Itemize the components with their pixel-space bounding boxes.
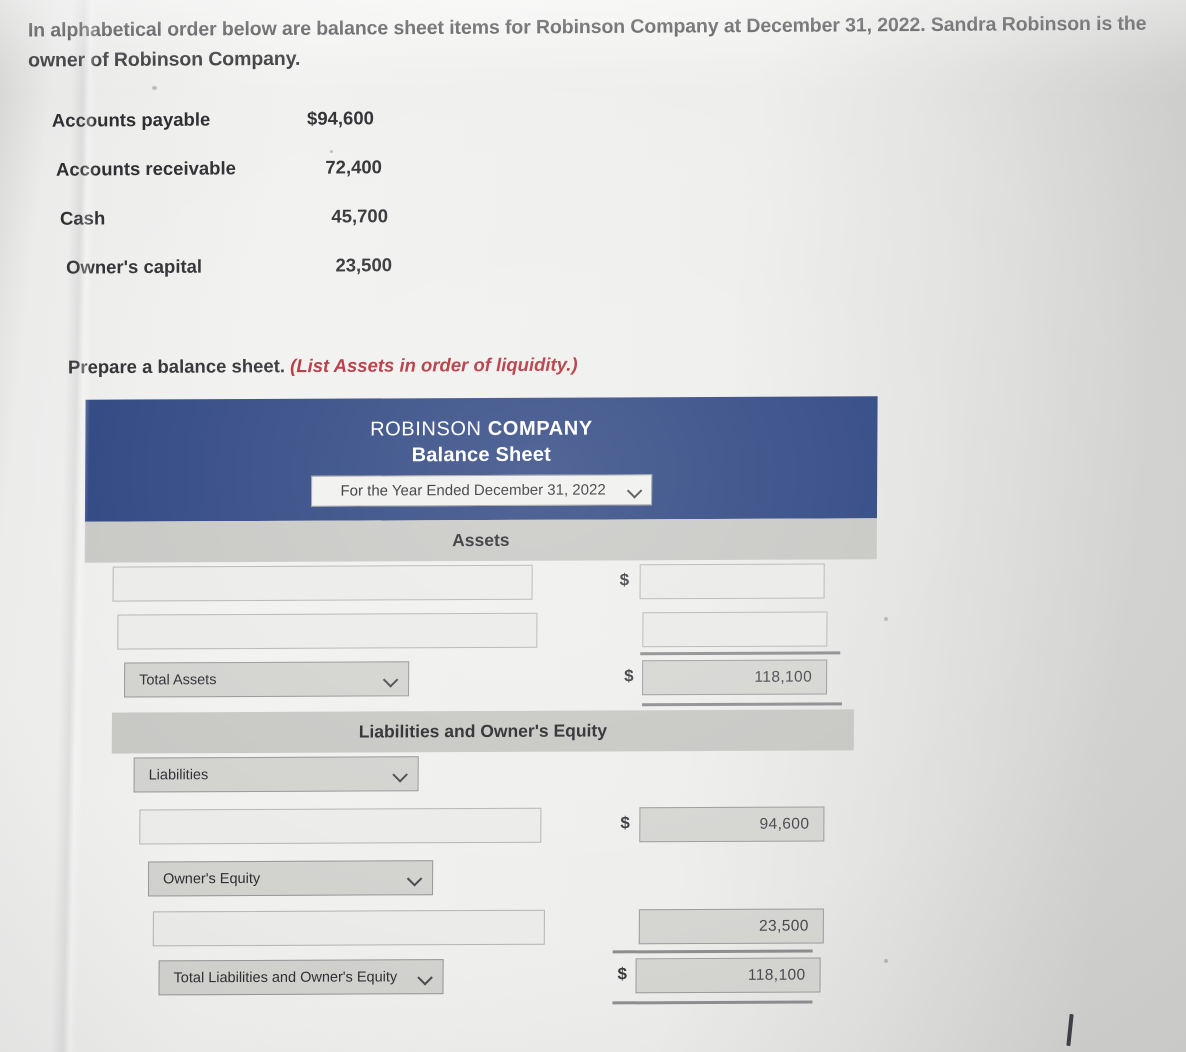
asset-row-1: $: [84, 559, 876, 610]
chevron-down-icon: [393, 766, 409, 782]
list-item: Accounts receivable 72,400: [48, 155, 508, 208]
total-assets-underline: [641, 702, 843, 707]
total-liabilities-equity-amount-input[interactable]: [635, 957, 821, 994]
liabilities-dropdown[interactable]: Liabilities: [133, 756, 419, 793]
asset-row-2: [84, 607, 876, 658]
total-liabilities-equity-dropdown-value: Total Liabilities and Owner's Equity: [173, 968, 398, 986]
total-liabilities-equity-row: Total Liabilities and Owner's Equity $: [82, 953, 874, 1008]
list-item: Owner's capital 23,500: [48, 253, 508, 306]
owners-equity-dropdown[interactable]: Owner's Equity: [147, 860, 434, 897]
liability-account-input[interactable]: [139, 807, 542, 845]
total-assets-dropdown[interactable]: Total Assets: [124, 661, 410, 698]
total-liabilities-equity-dropdown[interactable]: Total Liabilities and Owner's Equity: [158, 959, 444, 996]
liabilities-dropdown-value: Liabilities: [148, 766, 209, 783]
asset-account-input-2[interactable]: [117, 612, 538, 650]
list-item: Cash 45,700: [48, 204, 508, 257]
currency-symbol: $: [619, 570, 630, 590]
period-dropdown-value: For the Year Ended December 31, 2022: [340, 481, 606, 500]
currency-symbol: $: [620, 813, 630, 833]
item-label: Accounts receivable: [55, 157, 236, 180]
asset-amount-input-2[interactable]: [642, 611, 828, 648]
item-value: 45,700: [331, 205, 389, 227]
chevron-down-icon: [627, 482, 643, 498]
total-assets-amount-input[interactable]: [642, 659, 828, 696]
statement-title: Balance Sheet: [411, 443, 552, 467]
dust-speck: [884, 959, 888, 963]
owners-equity-account-input[interactable]: [152, 909, 545, 947]
currency-symbol: $: [624, 666, 634, 686]
list-item: Accounts payable $94,600: [48, 106, 508, 159]
period-dropdown[interactable]: For the Year Ended December 31, 2022: [310, 474, 652, 507]
task-instruction-main: Prepare a balance sheet.: [67, 355, 286, 378]
task-instruction: Prepare a balance sheet. (List Assets in…: [68, 354, 578, 379]
item-value: 23,500: [335, 254, 393, 276]
problem-statement: In alphabetical order below are balance …: [27, 12, 1147, 72]
item-label: Accounts payable: [51, 108, 211, 131]
assets-section-header: Assets: [84, 518, 877, 563]
liability-amount-input[interactable]: [639, 806, 825, 843]
chevron-down-icon: [418, 969, 434, 985]
dust-speck: [152, 86, 157, 90]
task-instruction-hint: (List Assets in order of liquidity.): [290, 353, 578, 377]
item-value: $94,600: [307, 107, 374, 129]
dust-speck: [330, 150, 333, 153]
owners-equity-dropdown-value: Owner's Equity: [163, 870, 261, 887]
asset-amount-input-1[interactable]: [639, 563, 825, 600]
dust-speck: [884, 617, 888, 621]
item-label: Owner's capital: [66, 255, 203, 278]
chevron-down-icon: [407, 870, 423, 886]
asset-account-input-1[interactable]: [112, 564, 533, 602]
balance-sheet-form: ROBINSON COMPANY Balance Sheet For the Y…: [82, 396, 878, 1008]
currency-symbol: $: [617, 964, 628, 984]
statement-header: ROBINSON COMPANY Balance Sheet For the Y…: [84, 396, 878, 522]
owners-equity-header-row: Owner's Equity: [83, 854, 875, 907]
worksheet-content: In alphabetical order below are balance …: [0, 0, 1186, 1052]
liabilities-header-row: Liabilities: [83, 750, 875, 805]
grand-total-underline: [612, 1000, 813, 1005]
item-label: Cash: [60, 207, 106, 229]
owners-equity-amount-input[interactable]: [638, 908, 824, 945]
chevron-down-icon: [383, 671, 399, 687]
liabilities-detail-row: $: [83, 802, 875, 857]
company-name: ROBINSON COMPANY: [370, 417, 593, 441]
item-value: 72,400: [325, 156, 382, 178]
total-assets-dropdown-value: Total Assets: [139, 671, 217, 688]
owners-equity-detail-row: [83, 904, 875, 956]
liabilities-section-header: Liabilities and Owner's Equity: [111, 709, 854, 754]
balance-sheet-items-list: Accounts payable $94,600 Accounts receiv…: [48, 106, 508, 306]
total-assets-row: Total Assets $: [84, 655, 876, 712]
